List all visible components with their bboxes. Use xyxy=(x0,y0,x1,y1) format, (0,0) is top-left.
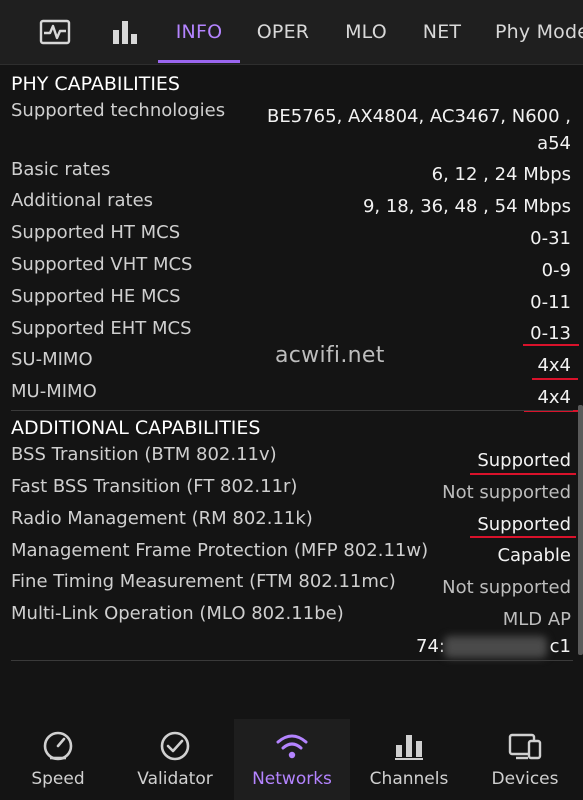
highlight-underline xyxy=(523,344,579,346)
phy-row-value: 0-13 xyxy=(530,323,571,344)
phy-row-label: Supported VHT MCS xyxy=(11,254,193,275)
phy-row-label: Supported EHT MCS xyxy=(11,318,192,339)
additional-row-label: BSS Transition (BTM 802.11v) xyxy=(11,444,277,465)
devices-icon xyxy=(508,729,542,763)
channels-icon xyxy=(394,729,424,763)
additional-row-label: Radio Management (RM 802.11k) xyxy=(11,508,313,529)
tab-info[interactable]: INFO xyxy=(158,0,240,64)
phy-row-value-cont: a54 xyxy=(537,133,571,154)
additional-row-value: Supported xyxy=(477,514,571,535)
additional-row-label: Fast BSS Transition (FT 802.11r) xyxy=(11,476,298,497)
bar-chart-icon xyxy=(112,19,138,45)
section-divider xyxy=(11,410,573,411)
phy-row-label: Supported technologies xyxy=(11,100,226,121)
active-tab-indicator xyxy=(158,60,240,63)
mac-address-suffix: c1 xyxy=(549,636,571,657)
additional-row-value: Capable xyxy=(497,545,571,566)
wifi-icon xyxy=(275,729,309,763)
section-divider xyxy=(11,660,573,661)
mac-address-redaction xyxy=(444,636,547,658)
phy-row-value: 0-11 xyxy=(530,292,571,313)
tab-net[interactable]: NET xyxy=(412,0,472,64)
tab-activity[interactable] xyxy=(22,0,88,64)
additional-row-value: Supported xyxy=(477,450,571,471)
highlight-underline xyxy=(470,473,576,475)
phy-row-label: SU-MIMO xyxy=(11,349,93,370)
phy-row-value: 4x4 xyxy=(537,387,571,408)
additional-row-value: Not supported xyxy=(442,577,571,598)
phy-row-label: Basic rates xyxy=(11,159,111,180)
top-tab-bar: INFO OPER MLO NET Phy Mode xyxy=(0,0,583,65)
nav-networks[interactable]: Networks xyxy=(234,719,350,800)
nav-devices[interactable]: Devices xyxy=(467,719,583,800)
additional-row-label: Multi-Link Operation (MLO 802.11be) xyxy=(11,603,344,624)
nav-label: Devices xyxy=(491,769,559,789)
nav-label: Validator xyxy=(137,769,213,789)
phy-row-value: BE5765, AX4804, AC3467, N600 , xyxy=(267,106,571,127)
bottom-navigation: Speed Validator Networks Channels Device… xyxy=(0,719,583,800)
highlight-underline xyxy=(470,536,576,538)
nav-speed[interactable]: Speed xyxy=(0,719,116,800)
nav-channels[interactable]: Channels xyxy=(351,719,467,800)
phy-row-value: 9, 18, 36, 48 , 54 Mbps xyxy=(362,196,571,217)
nav-label: Channels xyxy=(369,769,449,789)
additional-capabilities-title: ADDITIONAL CAPABILITIES xyxy=(11,417,261,439)
speedometer-icon xyxy=(42,729,74,763)
phy-row-label: Additional rates xyxy=(11,190,154,211)
scrollbar[interactable] xyxy=(578,405,583,655)
tab-mlo[interactable]: MLO xyxy=(332,0,400,64)
mac-address-prefix: 74: xyxy=(416,636,445,657)
additional-row-value: Not supported xyxy=(442,482,571,503)
tab-stats[interactable] xyxy=(92,0,158,64)
additional-row-value: MLD AP xyxy=(502,609,571,630)
nav-label: Speed xyxy=(31,769,85,789)
nav-label: Networks xyxy=(252,769,332,789)
check-circle-icon xyxy=(159,729,191,763)
tab-phy-mode[interactable]: Phy Mode xyxy=(495,0,583,64)
activity-icon xyxy=(39,19,71,45)
highlight-underline xyxy=(532,378,578,380)
watermark: acwifi.net xyxy=(275,343,385,368)
phy-row-value: 6, 12 , 24 Mbps xyxy=(431,164,571,185)
phy-row-value: 4x4 xyxy=(537,355,571,376)
phy-capabilities-title: PHY CAPABILITIES xyxy=(11,73,180,95)
phy-row-label: Supported HE MCS xyxy=(11,286,181,307)
phy-row-label: Supported HT MCS xyxy=(11,222,181,243)
additional-row-label: Fine Timing Measurement (FTM 802.11mc) xyxy=(11,571,396,592)
phy-row-value: 0-31 xyxy=(530,228,571,249)
phy-row-label: MU-MIMO xyxy=(11,381,97,402)
tab-oper[interactable]: OPER xyxy=(246,0,320,64)
nav-validator[interactable]: Validator xyxy=(117,719,233,800)
additional-row-label: Management Frame Protection (MFP 802.11w… xyxy=(11,540,429,561)
phy-row-value: 0-9 xyxy=(541,260,571,281)
